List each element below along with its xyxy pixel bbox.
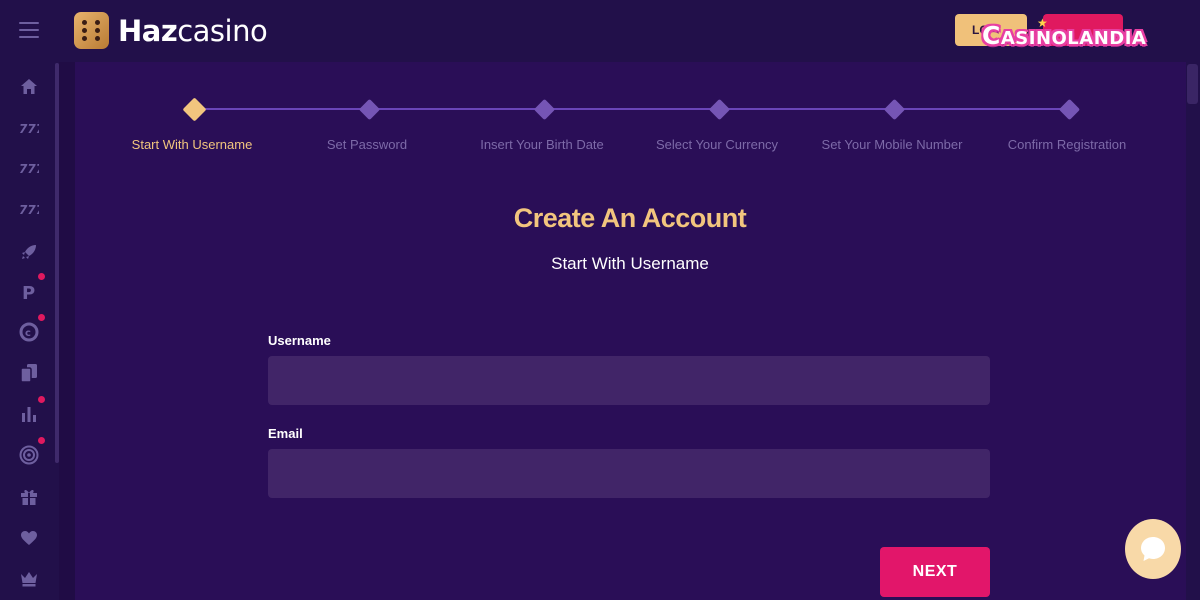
coin-icon[interactable]: c [17,320,41,344]
page-scroll-track [1186,62,1200,600]
chat-bubble-icon [1141,537,1165,561]
email-input[interactable] [268,449,990,498]
slots-777-icon[interactable]: 777 [17,116,41,140]
gift-icon[interactable] [17,485,41,509]
sidebar-scrollbar[interactable] [55,63,59,463]
step-label-username[interactable]: Start With Username [112,137,272,152]
step-label-mobile[interactable]: Set Your Mobile Number [812,137,972,152]
svg-text:P: P [22,283,35,301]
chat-button[interactable] [1125,519,1181,579]
username-label: Username [268,333,331,348]
menu-icon[interactable] [19,22,39,39]
username-input[interactable] [268,356,990,405]
page-title: Create An Account [513,203,747,233]
notification-dot [38,437,45,444]
page-subtitle: Start With Username [551,254,709,273]
target-icon[interactable] [17,443,41,467]
slots-777-icon[interactable]: 777 [17,156,41,180]
brand-name: Hazcasino [118,13,268,48]
svg-text:777: 777 [19,122,39,134]
notification-dot [38,273,45,280]
step-label-birth-date[interactable]: Insert Your Birth Date [462,137,622,152]
svg-text:777: 777 [19,203,39,215]
dice-logo-icon [74,12,109,49]
rocket-icon[interactable] [17,240,41,264]
login-button[interactable]: LO [955,14,1027,46]
step-label-currency[interactable]: Select Your Currency [637,137,797,152]
brand-logo[interactable]: Hazcasino [74,12,268,49]
star-icon: ★ [1037,16,1048,30]
signup-button[interactable] [1043,14,1123,46]
email-label: Email [268,426,303,441]
crown-icon[interactable] [17,567,41,591]
home-icon[interactable] [17,74,41,98]
page-scrollbar[interactable] [1187,64,1198,104]
top-header: Hazcasino LO Casinolandia ★ [0,0,1200,62]
svg-text:777: 777 [19,162,39,174]
notification-dot [38,396,45,403]
svg-text:c: c [25,328,31,339]
heart-icon[interactable] [17,526,41,550]
chart-icon[interactable] [17,401,41,425]
cards-icon[interactable] [17,361,41,385]
step-label-confirm[interactable]: Confirm Registration [987,137,1147,152]
p-icon[interactable]: P [17,280,41,304]
next-button[interactable]: NEXT [880,547,990,597]
step-label-password[interactable]: Set Password [287,137,447,152]
notification-dot [38,314,45,321]
stepper-line [195,108,1070,110]
slots-777-icon[interactable]: 777 [17,197,41,221]
